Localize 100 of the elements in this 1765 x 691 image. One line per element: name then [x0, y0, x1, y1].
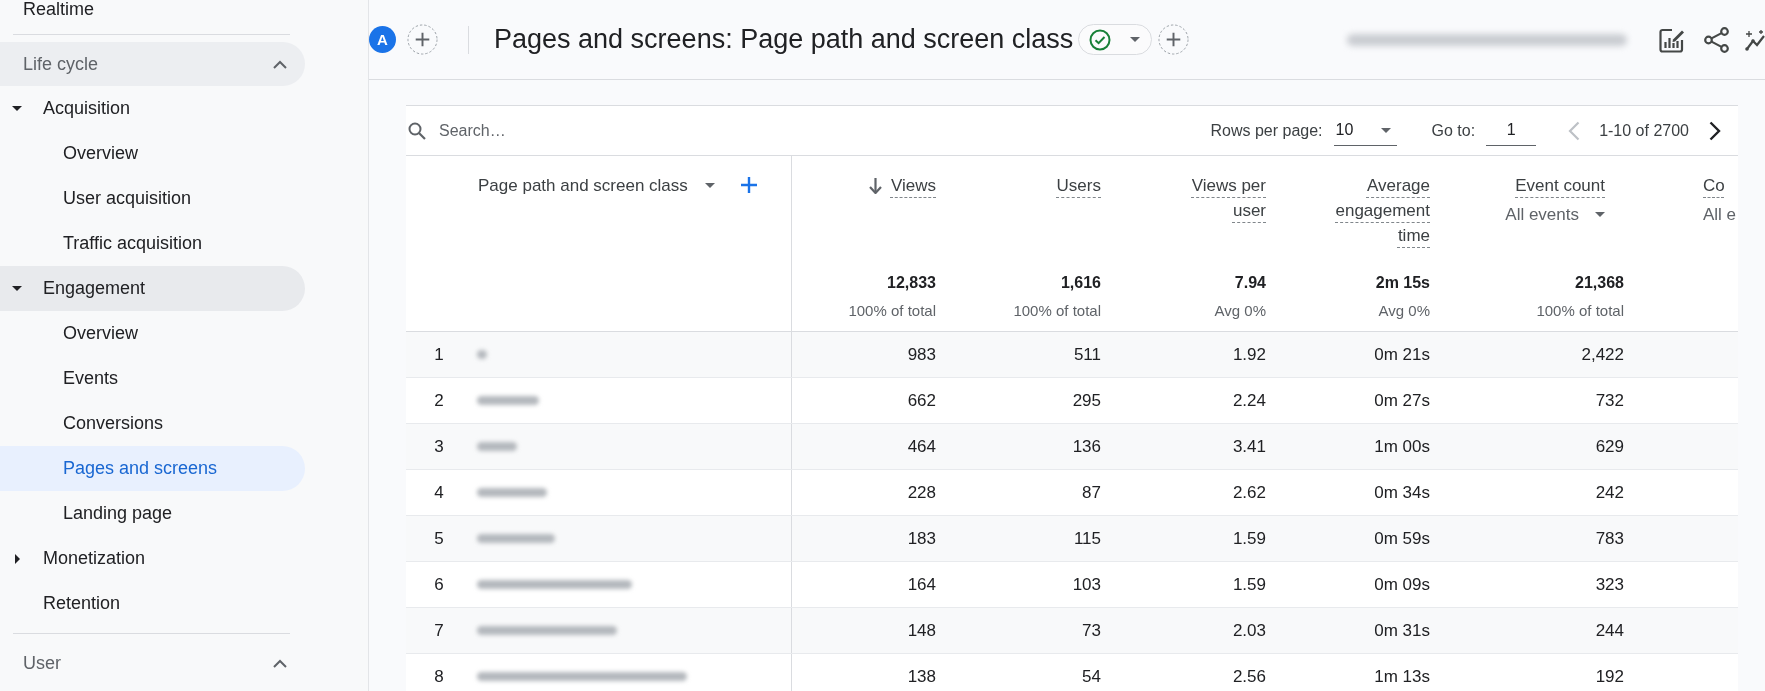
blurred-text — [477, 488, 547, 497]
chevron-right-icon[interactable] — [1709, 120, 1721, 141]
arrow-down-icon — [868, 178, 882, 194]
table-cell-text: 732 — [1594, 390, 1624, 411]
table-cell-text: 0m 31s — [1373, 620, 1430, 641]
nav-group-item[interactable]: Monetization — [0, 536, 305, 581]
dimension-selector[interactable]: Page path and screen class — [478, 173, 715, 198]
table-cell-text: 148 — [906, 620, 936, 641]
column-header[interactable]: Event count — [1515, 173, 1605, 198]
blurred-text — [477, 396, 539, 405]
row-number: 5 — [433, 528, 445, 549]
event-filter-dropdown[interactable]: All e — [1703, 202, 1737, 227]
event-filter-dropdown[interactable]: All events — [1505, 202, 1605, 227]
nav-item[interactable]: Overview — [0, 131, 305, 176]
row-number: 3 — [433, 436, 445, 457]
table-cell-text: 183 — [906, 528, 936, 549]
total-value: 2m 15s — [1375, 273, 1430, 293]
page-title: Pages and screens: Page path and screen class — [494, 24, 1074, 55]
table-cell-text: 73 — [1081, 620, 1101, 641]
column-header[interactable]: Users — [1056, 173, 1101, 198]
row-number: 4 — [433, 482, 445, 503]
total-note: Avg 0% — [1214, 301, 1266, 321]
column-header[interactable]: Average engagement time — [1322, 173, 1430, 248]
search-field[interactable]: Search… — [439, 115, 1191, 146]
table-cell-text: 2.03 — [1231, 620, 1266, 641]
table-row[interactable]: 1 983 511 1.92 0m 21s 2,422 — [406, 332, 1738, 378]
share-icon[interactable] — [1704, 26, 1729, 53]
table-cell-text: 464 — [906, 436, 936, 457]
total-note: 100% of total — [848, 301, 936, 321]
avatar[interactable]: A — [369, 26, 396, 53]
nav-item[interactable]: Overview — [0, 311, 305, 356]
blurred-text — [477, 350, 487, 359]
table-cell-text: 115 — [1072, 528, 1101, 549]
table-cell-text: 242 — [1594, 482, 1624, 503]
table-cell-text: 164 — [906, 574, 936, 595]
table-cell-text: 1.59 — [1231, 528, 1266, 549]
nav-item[interactable]: Traffic acquisition — [0, 221, 305, 266]
table-cell-text: 629 — [1594, 436, 1624, 457]
nav-group-item[interactable]: Acquisition — [0, 86, 305, 131]
nav-group-item[interactable]: Engagement — [0, 266, 305, 311]
table-cell-text: 1m 00s — [1373, 436, 1430, 457]
section-header[interactable]: User — [0, 641, 305, 685]
rows-per-page-select[interactable]: 10 — [1333, 115, 1397, 146]
search-icon — [408, 121, 426, 140]
nav-item[interactable]: User acquisition — [0, 176, 305, 221]
trend-sparkle-icon[interactable] — [1745, 28, 1765, 51]
table-row[interactable]: 3 464 136 3.41 1m 00s 629 — [406, 424, 1738, 470]
table-cell-text: 54 — [1081, 666, 1101, 687]
table-cell-text: 2.62 — [1231, 482, 1266, 503]
column-header[interactable]: Co — [1703, 173, 1725, 198]
nav-item[interactable]: Conversions — [0, 401, 305, 446]
go-to-label: Go to: — [1431, 121, 1476, 140]
plus-circle-icon[interactable] — [407, 24, 438, 55]
row-number: 6 — [433, 574, 445, 595]
check-circle-icon — [1089, 28, 1112, 51]
status-chip[interactable] — [1078, 24, 1153, 55]
nav-item[interactable]: Landing page — [0, 491, 305, 536]
nav-item[interactable]: Retention — [0, 581, 305, 626]
total-value: 7.94 — [1234, 273, 1266, 293]
table-cell-text: 0m 09s — [1373, 574, 1430, 595]
total-value: 12,833 — [887, 273, 936, 293]
table-cell-text: 0m 34s — [1373, 482, 1430, 503]
table-cell-text: 1.59 — [1231, 574, 1266, 595]
table-row[interactable]: 5 183 115 1.59 0m 59s 783 — [406, 516, 1738, 562]
total-note: 100% of total — [1536, 301, 1624, 321]
nav-item[interactable]: Events — [0, 356, 305, 401]
table-row[interactable]: 7 148 73 2.03 0m 31s 244 — [406, 608, 1738, 654]
table-cell-text: 3.41 — [1231, 436, 1266, 457]
row-number: 1 — [433, 344, 445, 365]
caret-down-icon — [1380, 127, 1391, 133]
row-number: 2 — [433, 390, 445, 411]
table-cell-text: 244 — [1594, 620, 1624, 641]
table-cell-text: 136 — [1071, 436, 1101, 457]
rows-per-page-label: Rows per page: — [1210, 121, 1323, 140]
table-cell-text: 511 — [1072, 344, 1101, 365]
go-to-field[interactable]: 1 — [1486, 115, 1537, 146]
total-value: 21,368 — [1575, 273, 1624, 293]
table-cell-text: 2.24 — [1231, 390, 1266, 411]
table-cell-text: 2.56 — [1231, 666, 1266, 687]
total-value: 1,616 — [1060, 273, 1101, 293]
table-cell-text: 1m 13s — [1373, 666, 1430, 687]
table-cell-text: 0m 27s — [1373, 390, 1430, 411]
nav-item[interactable]: Pages and screens — [0, 446, 305, 491]
table-cell-text: 323 — [1594, 574, 1624, 595]
column-header[interactable]: Views — [868, 173, 936, 198]
plus-circle-icon[interactable] — [1158, 24, 1190, 55]
column-header[interactable]: Views per user — [1158, 173, 1266, 223]
section-header[interactable]: Life cycle — [0, 42, 305, 86]
table-cell-text: 228 — [906, 482, 936, 503]
table-cell-text: 0m 59s — [1373, 528, 1430, 549]
caret-down-icon — [1130, 37, 1141, 42]
page-range-text: 1-10 of 2700 — [1599, 121, 1689, 140]
table-cell-text: 983 — [906, 344, 936, 365]
table-cell-text: 87 — [1081, 482, 1101, 503]
table-row[interactable]: 8 138 54 2.56 1m 13s 192 — [406, 654, 1738, 691]
table-cell-text: 103 — [1071, 574, 1101, 595]
nav-item[interactable]: Realtime — [0, 0, 95, 18]
chart-pencil-icon[interactable] — [1659, 26, 1685, 53]
caret-down-icon — [704, 183, 715, 188]
plus-icon[interactable] — [740, 177, 757, 193]
